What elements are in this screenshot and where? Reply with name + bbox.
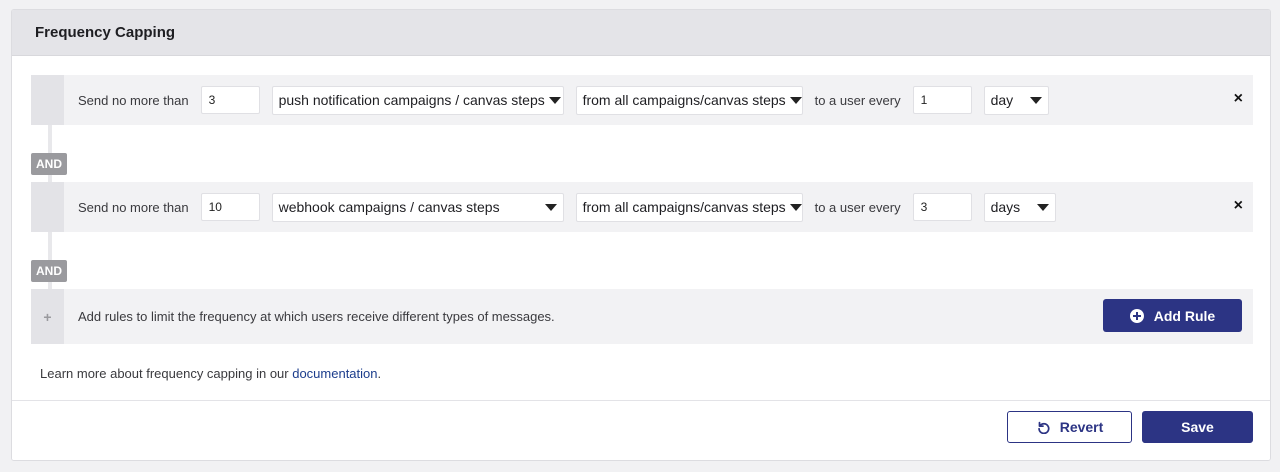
message-type-select[interactable]: webhook campaigns / canvas steps [271,192,564,222]
panel-title: Frequency Capping [35,24,176,41]
save-button-label: Save [1181,419,1214,435]
panel-header: Frequency Capping [12,10,1270,56]
undo-icon [1037,421,1050,434]
frequency-rule-row: Send no more than webhook campaigns / ca… [31,182,1253,232]
source-value: from all campaigns/canvas steps [582,199,786,215]
plus-circle-icon [1129,308,1144,323]
and-badge: AND [31,153,67,175]
source-value: from all campaigns/canvas steps [582,92,786,108]
rule-drag-handle[interactable] [31,75,64,125]
interval-unit-select[interactable]: days [983,192,1056,222]
interval-unit-value: days [990,199,1021,215]
frequency-capping-panel: Frequency Capping Send no more than push… [11,9,1271,461]
add-rule-button[interactable]: Add Rule [1103,299,1242,332]
chevron-down-icon [789,203,802,211]
chevron-down-icon [544,203,557,211]
frequency-rule-row: Send no more than push notification camp… [31,75,1253,125]
interval-input[interactable] [912,193,972,221]
rule-prefix-label: Send no more than [78,199,189,215]
and-badge: AND [31,260,67,282]
learn-more-text: Learn more about frequency capping in ou… [40,366,381,381]
save-button[interactable]: Save [1142,411,1253,443]
source-select[interactable]: from all campaigns/canvas steps [575,85,803,115]
interval-unit-select[interactable]: day [983,85,1049,115]
chevron-down-icon [789,96,802,104]
add-rule-button-label: Add Rule [1153,307,1216,324]
rule-drag-handle[interactable] [31,182,64,232]
interval-label: to a user every [814,199,901,215]
source-select[interactable]: from all campaigns/canvas steps [575,192,803,222]
plus-icon: + [31,289,64,344]
interval-label: to a user every [814,92,901,108]
remove-rule-icon[interactable]: × [1234,90,1243,108]
chevron-down-icon [1036,203,1049,211]
rule-prefix-label: Send no more than [78,92,189,108]
rule-count-input[interactable] [200,193,260,221]
add-rule-description: Add rules to limit the frequency at whic… [78,309,555,324]
revert-button-label: Revert [1059,419,1104,435]
interval-input[interactable] [912,86,972,114]
interval-unit-value: day [990,92,1014,108]
learn-more-suffix: . [377,366,382,381]
remove-rule-icon[interactable]: × [1234,197,1243,215]
documentation-link[interactable]: documentation [292,366,377,381]
message-type-value: push notification campaigns / canvas ste… [278,92,545,108]
learn-more-prefix: Learn more about frequency capping in ou… [40,366,293,381]
message-type-value: webhook campaigns / canvas steps [278,199,500,215]
message-type-select[interactable]: push notification campaigns / canvas ste… [271,85,564,115]
chevron-down-icon [1029,96,1042,104]
panel-footer: Revert Save [12,400,1270,460]
rule-count-input[interactable] [200,86,260,114]
add-rule-row: + Add rules to limit the frequency at wh… [31,289,1253,344]
chevron-down-icon [548,96,561,104]
revert-button[interactable]: Revert [1007,411,1132,443]
